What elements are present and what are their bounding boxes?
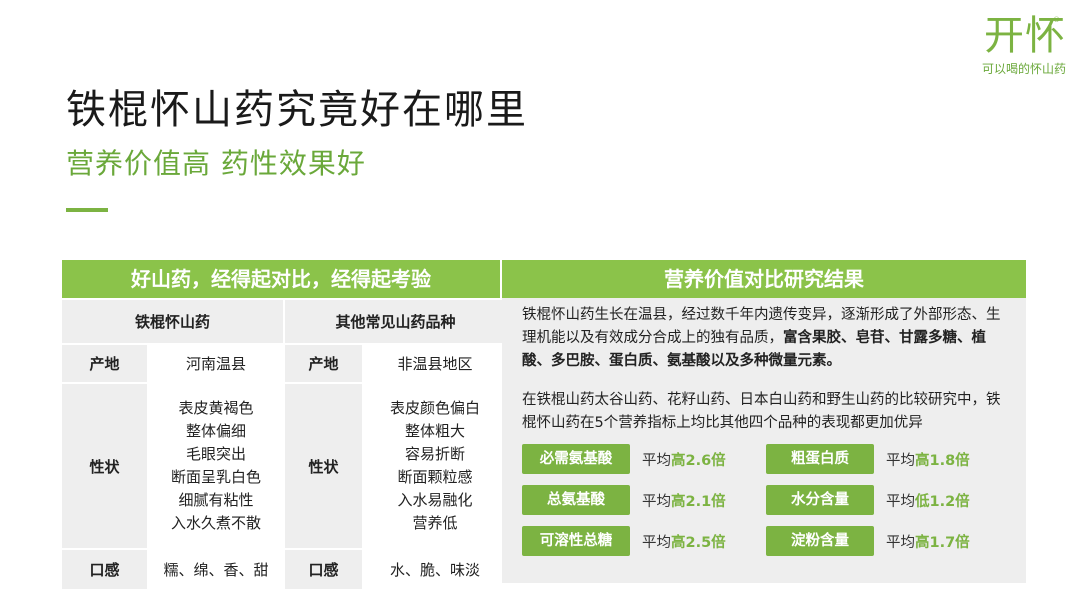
metric-item: 水分含量 平均低1.2倍: [766, 485, 1010, 515]
metric-value: 高2.6倍: [671, 452, 726, 469]
others-traits: 表皮颜色偏白 整体粗大 容易折断 断面颗粒感 入水易融化 营养低: [364, 384, 506, 548]
brand-logo: ® 开怀 可以喝的怀山药: [956, 14, 1066, 77]
metric-prefix: 平均: [642, 534, 671, 551]
metric-item: 可溶性总糖 平均高2.5倍: [522, 526, 766, 556]
title-divider: [66, 208, 108, 212]
row-label-taste-others: 口感: [285, 550, 362, 589]
metric-badge: 粗蛋白质: [766, 444, 874, 474]
metric-badge: 水分含量: [766, 485, 874, 515]
metric-item: 粗蛋白质 平均高1.8倍: [766, 444, 1010, 474]
trait-line: 表皮颜色偏白: [389, 399, 480, 417]
metric-value: 高2.1倍: [671, 493, 726, 510]
metric-prefix: 平均: [886, 534, 915, 551]
trait-line: 毛眼突出: [185, 445, 246, 463]
tiegun-taste: 糯、绵、香、甜: [149, 550, 283, 589]
trait-line: 断面呈乳白色: [170, 468, 261, 486]
metric-value: 低1.2倍: [915, 493, 970, 510]
page-title: 铁棍怀山药究竟好在哪里: [66, 87, 528, 133]
trait-line: 营养低: [412, 514, 458, 532]
results-panel: 营养价值对比研究结果 铁棍怀山药生长在温县，经过数千年内遗传变异，逐渐形成了外部…: [502, 260, 1026, 583]
trait-line: 容易折断: [404, 445, 465, 463]
metric-prefix: 平均: [642, 493, 671, 510]
metric-item: 必需氨基酸 平均高2.6倍: [522, 444, 766, 474]
page-subtitle: 营养价值高 药性效果好: [66, 147, 366, 180]
registered-mark: ®: [1053, 16, 1060, 24]
metric-badge: 总氨基酸: [522, 485, 630, 515]
trait-line: 细腻有粘性: [178, 491, 254, 509]
comparison-header: 好山药，经得起对比，经得起考验: [62, 260, 500, 298]
trait-line: 入水久煮不散: [170, 514, 261, 532]
row-label-origin-others: 产地: [285, 345, 362, 382]
col-title-others: 其他常见山药品种: [285, 300, 506, 343]
metric-value: 高2.5倍: [671, 534, 726, 551]
metric-prefix: 平均: [886, 493, 915, 510]
tiegun-origin: 河南温县: [149, 345, 283, 382]
comparison-panel: 好山药，经得起对比，经得起考验 铁棍怀山药 其他常见山药品种 产地 河南温县 产…: [62, 260, 506, 589]
row-label-origin: 产地: [62, 345, 147, 382]
metric-prefix: 平均: [642, 452, 671, 469]
trait-line: 整体粗大: [404, 422, 465, 440]
brand-tagline: 可以喝的怀山药: [981, 62, 1066, 76]
metric-item: 淀粉含量 平均高1.7倍: [766, 526, 1010, 556]
col-title-tiegun: 铁棍怀山药: [62, 300, 283, 343]
trait-line: 整体偏细: [185, 422, 246, 440]
row-label-traits: 性状: [62, 384, 147, 548]
comparison-table: 铁棍怀山药 其他常见山药品种 产地 河南温县 产地 非温县地区 性状 表皮黄褐色…: [62, 298, 506, 589]
logo-mark: 开怀: [984, 13, 1066, 59]
metrics-grid: 必需氨基酸 平均高2.6倍 粗蛋白质 平均高1.8倍 总氨基酸 平均高2.1倍 …: [522, 444, 1010, 556]
row-label-taste: 口感: [62, 550, 147, 589]
metric-prefix: 平均: [886, 452, 915, 469]
metric-badge: 必需氨基酸: [522, 444, 630, 474]
metric-badge: 可溶性总糖: [522, 526, 630, 556]
others-origin: 非温县地区: [364, 345, 506, 382]
results-paragraph-1: 铁棍怀山药生长在温县，经过数千年内遗传变异，逐渐形成了外部形态、生理机能以及有效…: [522, 304, 1010, 373]
tiegun-traits: 表皮黄褐色 整体偏细 毛眼突出 断面呈乳白色 细腻有粘性 入水久煮不散: [149, 384, 283, 548]
trait-line: 表皮黄褐色: [178, 399, 254, 417]
row-label-traits-others: 性状: [285, 384, 362, 548]
metric-value: 高1.7倍: [915, 534, 970, 551]
others-taste: 水、脆、味淡: [364, 550, 506, 589]
trait-line: 入水易融化: [397, 491, 473, 509]
results-paragraph-2: 在铁棍山药太谷山药、花籽山药、日本白山药和野生山药的比较研究中，铁棍怀山药在5个…: [522, 392, 1001, 431]
trait-line: 断面颗粒感: [397, 468, 473, 486]
metric-value: 高1.8倍: [915, 452, 970, 469]
metric-item: 总氨基酸 平均高2.1倍: [522, 485, 766, 515]
metric-badge: 淀粉含量: [766, 526, 874, 556]
results-header: 营养价值对比研究结果: [502, 260, 1026, 298]
